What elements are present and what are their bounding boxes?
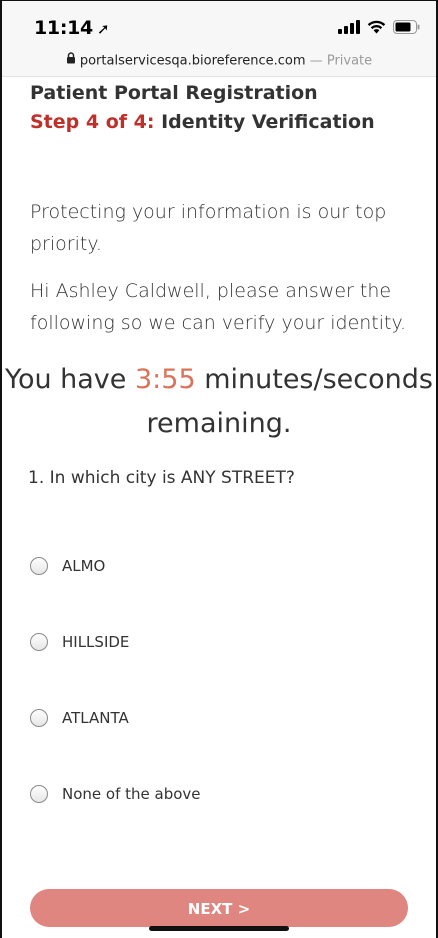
answer-label: ATLANTA: [62, 709, 129, 727]
step-heading: Step 4 of 4: Identity Verification: [30, 111, 375, 133]
status-time: 11:14 ➚: [34, 17, 110, 39]
home-indicator[interactable]: [149, 926, 289, 931]
lock-icon: [66, 48, 76, 74]
timer-countdown: 3:55: [134, 364, 196, 395]
countdown-timer-text: You have 3:55 minutes/seconds remaining.: [0, 358, 438, 446]
answer-label: ALMO: [62, 557, 106, 575]
timer-prefix: You have: [5, 364, 135, 395]
cellular-signal-icon: [338, 20, 360, 34]
url-bar[interactable]: portalservicesqa.bioreference.com — Priv…: [0, 48, 438, 77]
url-domain: portalservicesqa.bioreference.com: [79, 53, 306, 69]
answer-label: None of the above: [62, 785, 201, 803]
battery-icon: [393, 20, 420, 34]
radio-button[interactable]: [30, 633, 48, 651]
answer-option-almo[interactable]: ALMO: [30, 557, 105, 575]
answer-option-atlanta[interactable]: ATLANTA: [30, 709, 129, 727]
radio-button[interactable]: [30, 709, 48, 727]
status-icons: [338, 20, 420, 34]
step-label: Step 4 of 4:: [30, 111, 155, 133]
intro-paragraph-2: Hi Ashley Caldwell, please answer the fo…: [30, 280, 407, 334]
next-button[interactable]: NEXT >: [30, 889, 408, 927]
radio-button[interactable]: [30, 557, 48, 575]
url-separator: —: [305, 53, 327, 69]
step-title: Identity Verification: [154, 111, 375, 133]
wifi-icon: [367, 20, 386, 34]
radio-button[interactable]: [30, 785, 48, 803]
answer-option-hillside[interactable]: HILLSIDE: [30, 633, 129, 651]
status-bar: 11:14 ➚: [0, 0, 438, 48]
intro-paragraph-1: Protecting your information is our top p…: [30, 201, 387, 255]
question-text: 1. In which city is ANY STREET?: [28, 468, 295, 488]
answer-label: HILLSIDE: [62, 633, 130, 651]
location-arrow-icon: ➚: [96, 20, 110, 38]
page-title: Patient Portal Registration: [30, 82, 318, 104]
private-mode-label: Private: [326, 53, 373, 69]
answer-option-none[interactable]: None of the above: [30, 785, 201, 803]
